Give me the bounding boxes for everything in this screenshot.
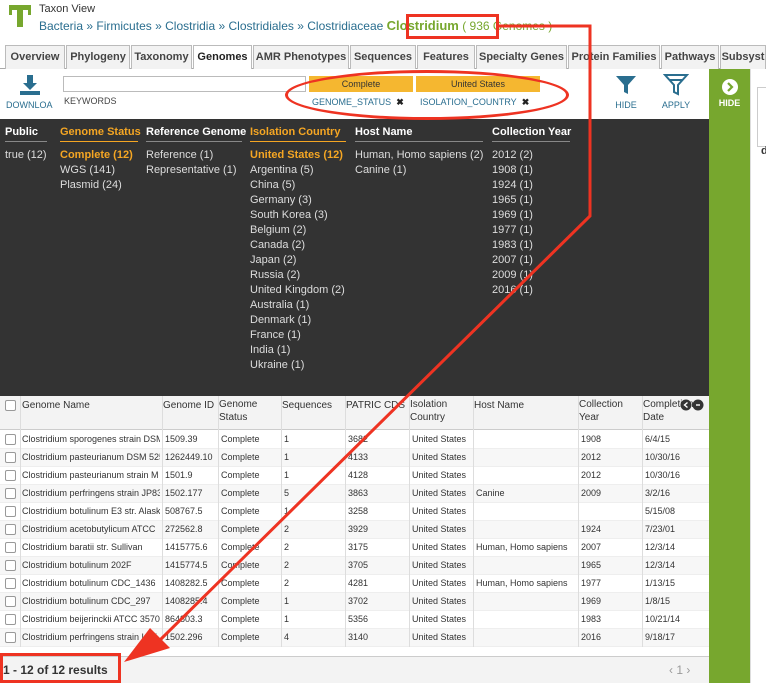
annotation-arrow [124,24,592,662]
